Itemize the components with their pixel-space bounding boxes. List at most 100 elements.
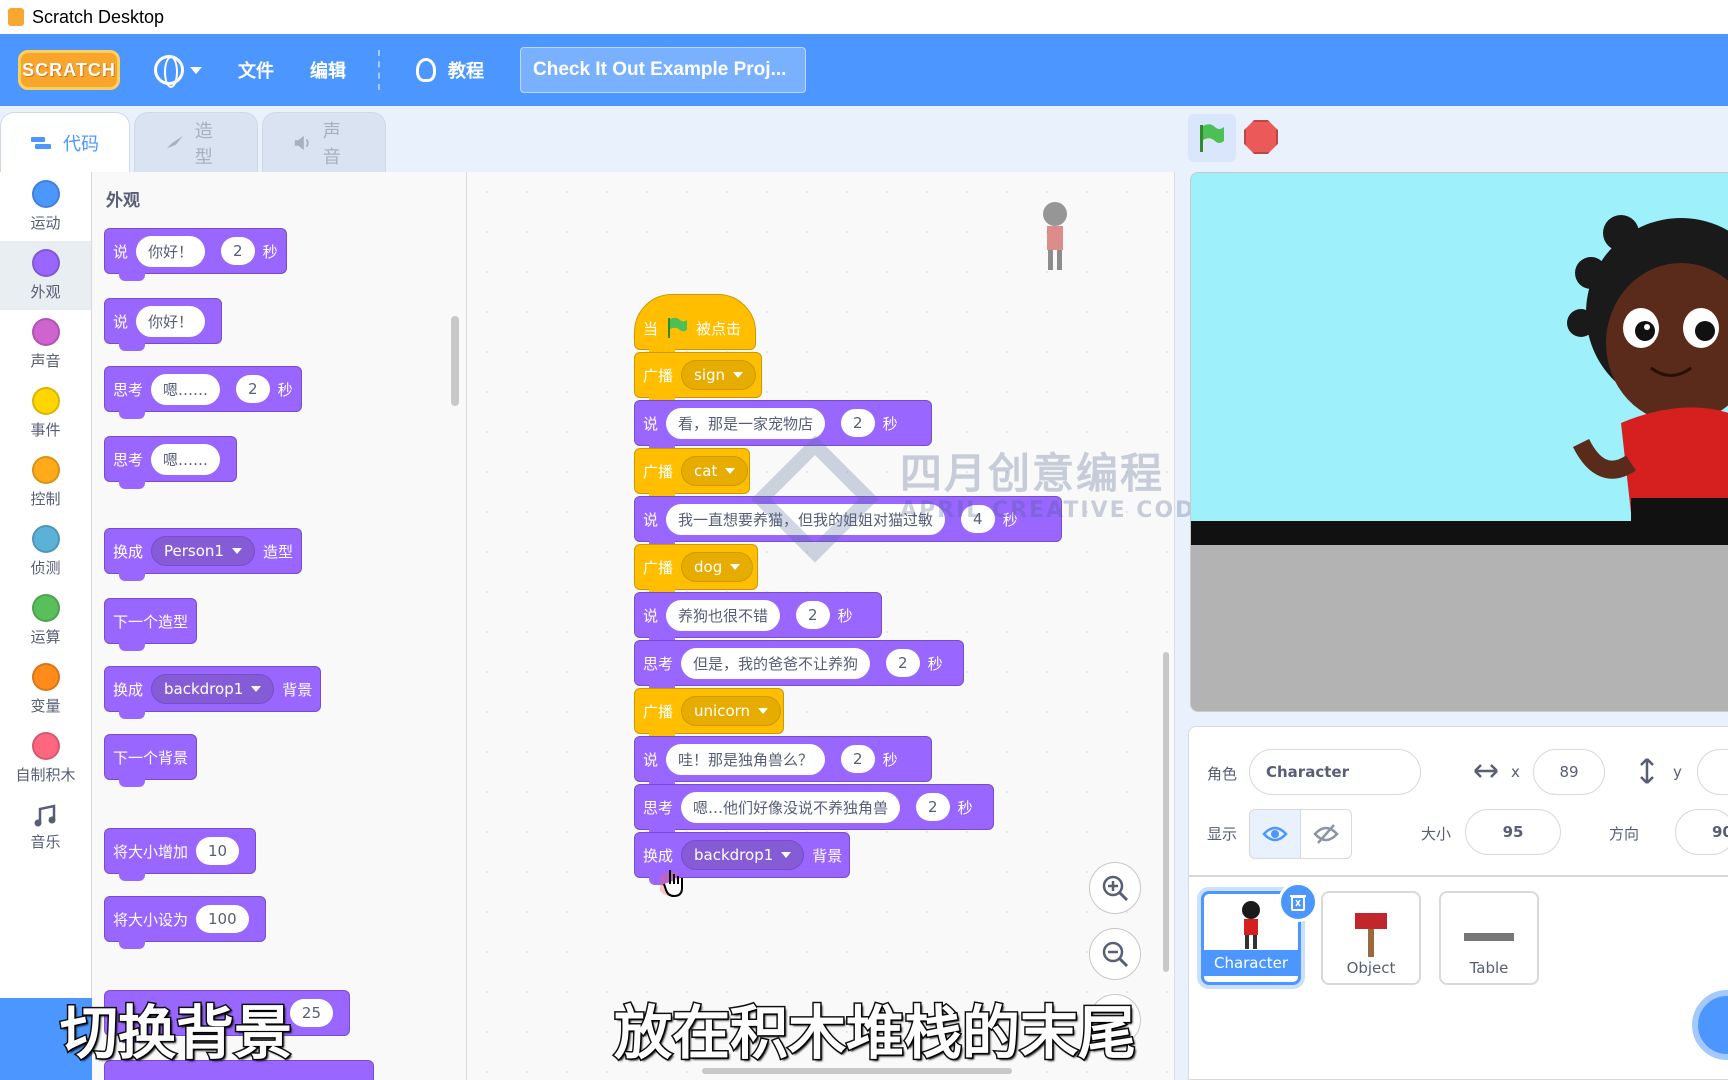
- tab-code[interactable]: 代码: [0, 112, 130, 172]
- category-control[interactable]: 控制: [0, 448, 91, 517]
- number-input[interactable]: 2: [796, 601, 830, 629]
- category-label: 声音: [30, 352, 61, 370]
- text-input[interactable]: 我一直想要养猫，但我的姐姐对猫过敏: [666, 503, 946, 535]
- hide-sprite-button[interactable]: [1300, 809, 1352, 859]
- number-input[interactable]: 10: [196, 837, 240, 865]
- switch-backdrop-block[interactable]: 换成 backdrop1 背景: [104, 666, 322, 719]
- text-input[interactable]: 嗯……: [151, 373, 221, 405]
- tab-costumes-label: 造型: [194, 120, 213, 168]
- sprite-thumb-table[interactable]: Table: [1439, 891, 1539, 985]
- broadcast-block[interactable]: 广播 unicorn: [634, 688, 784, 741]
- direction-input[interactable]: 90: [1675, 809, 1728, 855]
- block-text: 换成: [113, 542, 144, 561]
- text-input[interactable]: 哇！那是独角兽么？: [666, 743, 826, 775]
- dropdown-arrow-icon: [758, 708, 769, 714]
- when-flag-clicked-block[interactable]: 当 被点击: [634, 294, 756, 357]
- text-input[interactable]: 养狗也很不错: [666, 599, 781, 631]
- block-text: 将大小增加: [113, 842, 189, 861]
- text-input[interactable]: 嗯……: [151, 443, 221, 475]
- character-sprite[interactable]: [1561, 213, 1728, 523]
- say-for-secs-block[interactable]: 说 哇！那是独角兽么？ 2 秒: [634, 736, 932, 789]
- text-input[interactable]: 你好！: [136, 235, 206, 267]
- broadcast-block[interactable]: 广播 sign: [634, 352, 762, 405]
- number-input[interactable]: 2: [841, 745, 875, 773]
- category-my-blocks[interactable]: 自制积木: [0, 724, 91, 793]
- show-visible-button[interactable]: [1249, 809, 1301, 859]
- language-caret-icon[interactable]: [190, 66, 202, 74]
- y-input[interactable]: [1697, 749, 1728, 795]
- scratch-logo[interactable]: SCRATCH: [18, 50, 120, 90]
- category-label: 控制: [30, 490, 61, 508]
- category-label: 自制积木: [15, 766, 76, 784]
- backdrop-dropdown[interactable]: backdrop1: [151, 674, 275, 704]
- number-input[interactable]: 2: [841, 409, 875, 437]
- category-sound[interactable]: 声音: [0, 310, 91, 379]
- set-size-block[interactable]: 将大小设为 100: [104, 896, 266, 949]
- sprite-name-input[interactable]: Character: [1249, 749, 1421, 795]
- tutorials-menu[interactable]: 教程: [416, 57, 484, 83]
- category-operators[interactable]: 运算: [0, 586, 91, 655]
- globe-icon[interactable]: [154, 55, 184, 88]
- category-sensing[interactable]: 侦测: [0, 517, 91, 586]
- number-input[interactable]: 25: [289, 999, 333, 1027]
- change-size-block[interactable]: 将大小增加 10: [104, 828, 257, 881]
- think-for-secs-block[interactable]: 思考 嗯…… 2 秒: [104, 366, 302, 419]
- edit-menu[interactable]: 编辑: [310, 57, 346, 83]
- number-input[interactable]: 100: [196, 905, 249, 933]
- stop-button[interactable]: [1244, 120, 1278, 154]
- number-input[interactable]: 2: [236, 375, 270, 403]
- costume-dropdown[interactable]: Person1: [151, 536, 255, 566]
- stage[interactable]: [1190, 172, 1728, 712]
- think-for-secs-block[interactable]: 思考 但是，我的爸爸不让养狗 2 秒: [634, 640, 964, 693]
- text-input[interactable]: 你好！: [136, 305, 206, 337]
- text-input[interactable]: 但是，我的爸爸不让养狗: [681, 647, 871, 679]
- block-palette: 外观 说 你好！ 2 秒 说 你好！ 思考 嗯…… 2 秒 思考 嗯…… 换成 …: [92, 172, 467, 1080]
- number-input[interactable]: 2: [221, 237, 255, 265]
- zoom-out-button[interactable]: [1089, 928, 1141, 980]
- delete-sprite-button[interactable]: [1278, 882, 1318, 922]
- category-music[interactable]: 音乐: [0, 793, 91, 862]
- palette-scrollbar[interactable]: [451, 316, 459, 406]
- file-menu[interactable]: 文件: [238, 57, 274, 83]
- say-for-secs-block[interactable]: 说 你好！ 2 秒: [104, 228, 287, 281]
- category-motion[interactable]: 运动: [0, 172, 91, 241]
- eye-icon: [1262, 826, 1288, 842]
- x-input[interactable]: 89: [1533, 749, 1605, 795]
- text-input[interactable]: 看，那是一家宠物店: [666, 407, 826, 439]
- backdrop-dropdown[interactable]: backdrop1: [681, 840, 805, 870]
- block-text: 造型: [262, 542, 293, 561]
- number-input[interactable]: 4: [961, 505, 995, 533]
- switch-costume-block[interactable]: 换成 Person1 造型: [104, 528, 302, 581]
- number-input[interactable]: 2: [886, 649, 920, 677]
- say-block[interactable]: 说 你好！: [104, 298, 223, 351]
- size-input[interactable]: 95: [1465, 809, 1561, 855]
- category-variables[interactable]: 变量: [0, 655, 91, 724]
- script-area[interactable]: 当 被点击 广播 sign 说 看，那是一家宠物店 2 秒 广播 cat 说 我…: [467, 172, 1175, 1080]
- script-vertical-scrollbar[interactable]: [1163, 652, 1169, 972]
- message-dropdown[interactable]: dog: [681, 552, 754, 582]
- say-for-secs-block[interactable]: 说 看，那是一家宠物店 2 秒: [634, 400, 932, 453]
- next-costume-block[interactable]: 下一个造型: [104, 598, 198, 651]
- zoom-in-button[interactable]: [1089, 862, 1141, 914]
- message-dropdown[interactable]: cat: [681, 456, 749, 486]
- sprite-list: Character Object Table: [1188, 876, 1728, 1080]
- message-dropdown[interactable]: sign: [681, 360, 757, 390]
- next-backdrop-block[interactable]: 下一个背景: [104, 734, 198, 787]
- broadcast-block[interactable]: 广播 dog: [634, 544, 758, 597]
- green-flag-button[interactable]: [1188, 114, 1236, 162]
- think-for-secs-block[interactable]: 思考 嗯…他们好像没说不养独角兽 2 秒: [634, 784, 994, 837]
- category-events[interactable]: 事件: [0, 379, 91, 448]
- speaker-icon: [294, 135, 309, 150]
- say-for-secs-block[interactable]: 说 养狗也很不错 2 秒: [634, 592, 882, 645]
- number-input[interactable]: 2: [916, 793, 950, 821]
- text-input[interactable]: 嗯…他们好像没说不养独角兽: [681, 791, 901, 823]
- say-for-secs-block[interactable]: 说 我一直想要养猫，但我的姐姐对猫过敏 4 秒: [634, 496, 1062, 549]
- category-looks[interactable]: 外观: [0, 241, 91, 310]
- message-dropdown[interactable]: unicorn: [681, 696, 782, 726]
- broadcast-block[interactable]: 广播 cat: [634, 448, 750, 501]
- tab-sounds[interactable]: 声音: [262, 112, 386, 172]
- tab-costumes[interactable]: 造型: [134, 112, 258, 172]
- sprite-thumb-object[interactable]: Object: [1321, 891, 1421, 985]
- think-block[interactable]: 思考 嗯……: [104, 436, 238, 489]
- project-title-input[interactable]: Check It Out Example Proj...: [520, 47, 806, 93]
